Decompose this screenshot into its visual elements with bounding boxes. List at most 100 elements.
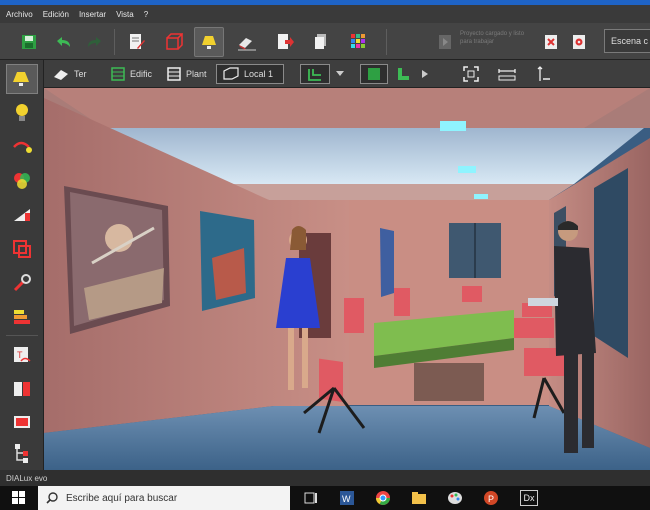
svg-text:P: P bbox=[488, 494, 494, 504]
export-panel-icon bbox=[14, 382, 30, 396]
color-circles-icon bbox=[14, 173, 30, 189]
tab-local[interactable]: Local 1 bbox=[216, 64, 284, 84]
green-corner-icon bbox=[398, 68, 409, 80]
chevron-down-icon bbox=[336, 71, 344, 76]
floor-plan-icon bbox=[13, 240, 31, 258]
menu-vista[interactable]: Vista bbox=[116, 10, 134, 19]
light-button[interactable] bbox=[194, 27, 224, 57]
ruler-vertical-icon bbox=[537, 66, 550, 81]
save-icon bbox=[22, 35, 36, 49]
chrome-app-button[interactable] bbox=[372, 488, 394, 508]
sidebar-tools-button[interactable] bbox=[6, 268, 38, 298]
floor-icon bbox=[167, 67, 181, 81]
redo-icon bbox=[88, 37, 101, 47]
dialux-app-button[interactable]: Dx bbox=[518, 488, 540, 508]
copy-button[interactable] bbox=[306, 27, 336, 57]
sidebar-color-button[interactable] bbox=[6, 166, 38, 196]
menu-archivo[interactable]: Archivo bbox=[6, 10, 33, 19]
more-views-button[interactable] bbox=[418, 64, 432, 84]
save-button[interactable] bbox=[14, 27, 44, 57]
chrome-icon bbox=[376, 491, 390, 505]
lamp-icon bbox=[13, 72, 29, 86]
3d-view-button[interactable] bbox=[360, 64, 388, 84]
ruler-horizontal-icon bbox=[498, 69, 516, 81]
calculation-icon bbox=[14, 209, 30, 221]
view-mode-dropdown[interactable] bbox=[332, 64, 348, 84]
tab-terrain[interactable]: Ter bbox=[52, 64, 87, 84]
menu-bar: Archivo Edición Insertar Vista ? bbox=[0, 5, 650, 23]
zoom-extents-button[interactable] bbox=[460, 64, 482, 84]
tab-plant[interactable]: Plant bbox=[166, 64, 207, 84]
delete-button[interactable] bbox=[536, 27, 566, 57]
materials-button[interactable] bbox=[344, 27, 374, 57]
undo-button[interactable] bbox=[48, 27, 78, 57]
secondary-toolbar: Ter Edific Plant Local 1 bbox=[44, 60, 650, 88]
file-explorer-button[interactable] bbox=[408, 488, 430, 508]
edit-document-icon bbox=[130, 34, 145, 49]
undo-icon bbox=[57, 37, 70, 47]
svg-text:W: W bbox=[342, 494, 351, 504]
word-app-button[interactable]: W bbox=[336, 488, 358, 508]
start-button[interactable] bbox=[0, 486, 38, 510]
export-icon bbox=[278, 34, 294, 49]
sidebar-bulb-button[interactable] bbox=[6, 98, 38, 128]
sidebar-layers-button[interactable] bbox=[6, 302, 38, 332]
powerpoint-app-button[interactable]: P bbox=[480, 488, 502, 508]
sidebar-floor-button[interactable] bbox=[6, 234, 38, 264]
sidebar-measure-button[interactable] bbox=[6, 132, 38, 162]
taskbar-search[interactable]: Escribe aquí para buscar bbox=[38, 486, 290, 510]
paint-palette-icon bbox=[448, 492, 462, 504]
tab-building-label: Edific bbox=[130, 69, 153, 79]
sidebar-text-button[interactable]: T bbox=[6, 340, 38, 370]
scene-selector[interactable]: Escena c bbox=[604, 29, 650, 53]
chevron-right-icon bbox=[422, 70, 428, 78]
room-icon bbox=[223, 67, 239, 80]
sidebar-separator bbox=[6, 335, 38, 336]
folder-icon bbox=[412, 492, 426, 504]
status-bar: DIALux evo bbox=[0, 470, 650, 486]
task-view-icon bbox=[304, 492, 317, 504]
tab-plant-label: Plant bbox=[186, 69, 207, 79]
text-document-icon: T bbox=[14, 347, 31, 362]
sidebar-calculation-button[interactable] bbox=[6, 200, 38, 230]
task-view-button[interactable] bbox=[300, 488, 322, 508]
eraser-icon bbox=[238, 38, 256, 51]
menu-edicion[interactable]: Edición bbox=[43, 10, 69, 19]
tab-building[interactable]: Edific bbox=[110, 64, 152, 84]
measure-horizontal-button[interactable] bbox=[496, 64, 518, 84]
3d-viewport[interactable] bbox=[44, 88, 650, 470]
wrench-icon bbox=[13, 274, 31, 292]
settings-button[interactable] bbox=[564, 27, 594, 57]
redo-button[interactable] bbox=[80, 27, 110, 57]
export-button[interactable] bbox=[270, 27, 300, 57]
toolbar-separator bbox=[114, 29, 115, 55]
zoom-extents-icon bbox=[463, 66, 479, 82]
eraser-button[interactable] bbox=[232, 27, 262, 57]
menu-insertar[interactable]: Insertar bbox=[79, 10, 106, 19]
delete-document-icon bbox=[545, 35, 557, 49]
hierarchy-icon bbox=[15, 444, 28, 463]
play-button[interactable] bbox=[430, 27, 460, 57]
sidebar-view-button[interactable] bbox=[6, 408, 38, 438]
play-icon bbox=[439, 35, 451, 49]
3d-box-button[interactable] bbox=[158, 27, 188, 57]
view-mode-button[interactable] bbox=[300, 64, 330, 84]
word-icon: W bbox=[340, 491, 354, 505]
windows-logo-icon bbox=[12, 491, 25, 504]
tab-terrain-label: Ter bbox=[74, 69, 87, 79]
paint-app-button[interactable] bbox=[444, 488, 466, 508]
copy-icon bbox=[315, 34, 326, 49]
sidebar-light-button[interactable] bbox=[6, 64, 38, 94]
gear-document-icon bbox=[573, 35, 585, 49]
2d-view-button[interactable] bbox=[392, 64, 414, 84]
layers-icon bbox=[14, 310, 30, 324]
disabled-status-text: Proyecto cargado y listo para trabajar bbox=[460, 31, 525, 45]
sidebar-hierarchy-button[interactable] bbox=[6, 438, 38, 468]
tab-local-label: Local 1 bbox=[244, 69, 274, 79]
menu-help[interactable]: ? bbox=[144, 10, 148, 19]
sidebar-export-button[interactable] bbox=[6, 374, 38, 404]
edit-document-button[interactable] bbox=[122, 27, 152, 57]
green-cube-icon bbox=[368, 68, 380, 80]
rendered-room-scene bbox=[44, 88, 650, 470]
measure-vertical-button[interactable] bbox=[532, 64, 554, 84]
